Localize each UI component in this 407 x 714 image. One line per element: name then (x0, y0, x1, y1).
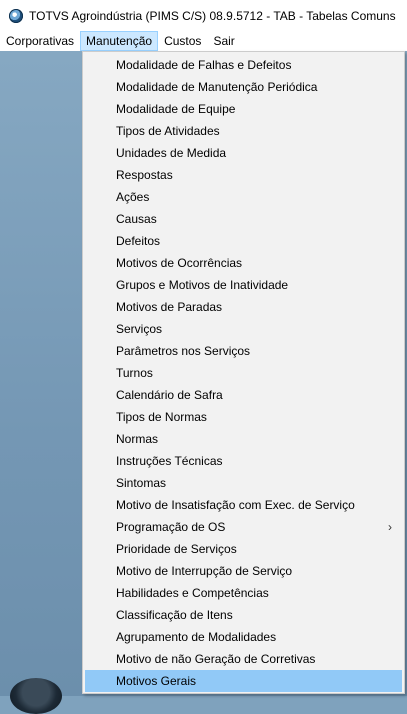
menu-item-instrucoes-tecnicas[interactable]: Instruções Técnicas (83, 450, 404, 472)
menu-bar: Corporativas Manutenção Custos Sair (0, 31, 407, 51)
menu-item-parametros-servicos[interactable]: Parâmetros nos Serviços (83, 340, 404, 362)
menu-corporativas[interactable]: Corporativas (0, 31, 80, 51)
menu-item-motivo-interrupcao[interactable]: Motivo de Interrupção de Serviço (83, 560, 404, 582)
menu-item-turnos[interactable]: Turnos (83, 362, 404, 384)
menu-item-modalidade-equipe[interactable]: Modalidade de Equipe (83, 98, 404, 120)
menu-sair[interactable]: Sair (207, 31, 240, 51)
chevron-right-icon: › (388, 520, 392, 534)
menu-item-normas[interactable]: Normas (83, 428, 404, 450)
totvs-logo-icon (9, 8, 23, 23)
menu-item-tipos-atividades[interactable]: Tipos de Atividades (83, 120, 404, 142)
window-title: TOTVS Agroindústria (PIMS C/S) 08.9.5712… (29, 8, 396, 23)
menu-item-sintomas[interactable]: Sintomas (83, 472, 404, 494)
menu-item-modalidade-manutencao-periodica[interactable]: Modalidade de Manutenção Periódica (83, 76, 404, 98)
menu-item-servicos[interactable]: Serviços (83, 318, 404, 340)
menu-item-programacao-os[interactable]: Programação de OS › (83, 516, 404, 538)
menu-item-causas[interactable]: Causas (83, 208, 404, 230)
menu-item-respostas[interactable]: Respostas (83, 164, 404, 186)
menu-item-habilidades-competencias[interactable]: Habilidades e Competências (83, 582, 404, 604)
menu-item-classificacao-itens[interactable]: Classificação de Itens (83, 604, 404, 626)
menu-item-acoes[interactable]: Ações (83, 186, 404, 208)
menu-item-agrupamento-modalidades[interactable]: Agrupamento de Modalidades (83, 626, 404, 648)
menu-manutencao[interactable]: Manutenção (80, 31, 159, 51)
menu-item-grupos-motivos-inatividade[interactable]: Grupos e Motivos de Inatividade (83, 274, 404, 296)
menu-item-motivos-ocorrencias[interactable]: Motivos de Ocorrências (83, 252, 404, 274)
title-bar: TOTVS Agroindústria (PIMS C/S) 08.9.5712… (0, 0, 407, 31)
menu-custos[interactable]: Custos (158, 31, 207, 51)
menu-item-defeitos[interactable]: Defeitos (83, 230, 404, 252)
menu-item-calendario-safra[interactable]: Calendário de Safra (83, 384, 404, 406)
menu-item-motivos-gerais[interactable]: Motivos Gerais (85, 670, 402, 692)
menu-item-label: Programação de OS (116, 520, 226, 534)
background-image-fragment (10, 678, 62, 714)
menu-item-modalidade-falhas-defeitos[interactable]: Modalidade de Falhas e Defeitos (83, 54, 404, 76)
dropdown-list: Modalidade de Falhas e Defeitos Modalida… (83, 54, 404, 692)
menu-item-motivos-paradas[interactable]: Motivos de Paradas (83, 296, 404, 318)
manutencao-dropdown-menu: Modalidade de Falhas e Defeitos Modalida… (82, 51, 405, 694)
menu-item-motivo-nao-geracao-corretivas[interactable]: Motivo de não Geração de Corretivas (83, 648, 404, 670)
menu-item-motivo-insatisfacao[interactable]: Motivo de Insatisfação com Exec. de Serv… (83, 494, 404, 516)
menu-item-unidades-medida[interactable]: Unidades de Medida (83, 142, 404, 164)
menu-item-prioridade-servicos[interactable]: Prioridade de Serviços (83, 538, 404, 560)
menu-item-tipos-normas[interactable]: Tipos de Normas (83, 406, 404, 428)
